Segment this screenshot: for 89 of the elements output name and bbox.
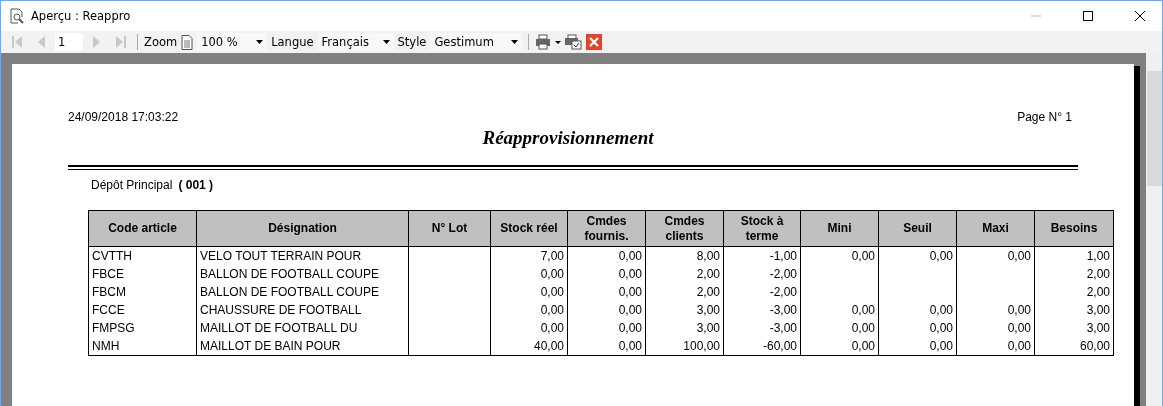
table-cell: FBCE xyxy=(92,266,124,281)
table-cell: CVTTH xyxy=(92,248,132,263)
table-cell: 0,00 xyxy=(540,266,564,281)
report-title: Réapprovisionnement xyxy=(481,127,655,149)
table-cell: 3,00 xyxy=(1086,302,1110,317)
report-date: 24/09/2018 17:03:22 xyxy=(68,110,179,124)
zoom-dropdown[interactable]: 100 % xyxy=(197,33,268,51)
table-cell: FCCE xyxy=(92,302,125,317)
dropdown-caret-icon xyxy=(382,40,390,44)
column-header: Seuil xyxy=(878,210,957,247)
column-header: Maxi xyxy=(956,210,1035,247)
table-cell: 3,00 xyxy=(1086,320,1110,335)
table-cell: 100,00 xyxy=(683,338,720,353)
dropdown-caret-icon xyxy=(256,40,264,44)
table-cell: 0,00 xyxy=(1007,320,1031,335)
table-cell: -2,00 xyxy=(769,266,797,281)
table-cell: FMPSG xyxy=(92,320,135,335)
table-cell: 2,00 xyxy=(1086,284,1110,299)
table-cell: NMH xyxy=(92,338,120,353)
column-header: Mini xyxy=(800,210,879,247)
table-cell: 2,00 xyxy=(1086,266,1110,281)
table-cell: 0,00 xyxy=(929,248,953,263)
window-title: Aperçu : Reappro xyxy=(31,9,131,23)
table-cell: 0,00 xyxy=(851,320,875,335)
table-cell: -60,00 xyxy=(762,338,797,353)
table-cell: 0,00 xyxy=(540,302,564,317)
table-cell: 0,00 xyxy=(618,266,642,281)
table-cell: 0,00 xyxy=(1007,338,1031,353)
table-cell: BALLON DE FOOTBALL COUPE xyxy=(200,266,379,281)
preview-icon xyxy=(9,8,25,24)
table-cell: 3,00 xyxy=(696,320,720,335)
language-dropdown[interactable]: Français xyxy=(317,33,394,51)
table-cell: 0,00 xyxy=(1007,248,1031,263)
column-header: Désignation xyxy=(196,210,409,247)
table-cell: 0,00 xyxy=(851,338,875,353)
close-icon[interactable] xyxy=(1134,10,1146,22)
table-cell: 2,00 xyxy=(696,266,720,281)
table-cell: FBCM xyxy=(92,284,126,299)
depot-name: Dépôt Principal xyxy=(91,178,173,192)
table-cell: 7,00 xyxy=(540,248,564,263)
table-cell: 0,00 xyxy=(618,248,642,263)
table-cell: 0,00 xyxy=(929,320,953,335)
table-cell: 0,00 xyxy=(618,284,642,299)
table-cell: 0,00 xyxy=(851,248,875,263)
zoom-label: Zoom xyxy=(144,35,178,49)
table-cell: 0,00 xyxy=(618,338,642,353)
page-number: Page N° 1 xyxy=(1017,110,1072,124)
table-cell: CHAUSSURE DE FOOTBALL xyxy=(200,302,362,317)
column-header: Cmdes fournis. xyxy=(567,210,646,247)
table-cell: 0,00 xyxy=(618,302,642,317)
depot-code: ( 001 ) xyxy=(178,178,214,192)
table-cell: 60,00 xyxy=(1079,338,1110,353)
column-header: Code article xyxy=(88,210,197,247)
printer-icon[interactable] xyxy=(535,34,562,50)
page-icon[interactable] xyxy=(181,34,194,50)
style-label: Style xyxy=(397,35,427,49)
dropdown-caret-icon xyxy=(511,40,519,44)
column-header: Cmdes clients xyxy=(645,210,724,247)
column-header: Besoins xyxy=(1034,210,1114,247)
table-cell: 0,00 xyxy=(929,302,953,317)
table-cell: -3,00 xyxy=(769,320,797,335)
print-setup-icon[interactable] xyxy=(565,34,583,50)
table-cell: 8,00 xyxy=(696,248,720,263)
table-cell: 1,00 xyxy=(1086,248,1110,263)
table-cell: 0,00 xyxy=(851,302,875,317)
table-cell: -3,00 xyxy=(769,302,797,317)
table-cell: 3,00 xyxy=(696,302,720,317)
column-header: N° Lot xyxy=(408,210,491,247)
table-cell: 0,00 xyxy=(929,338,953,353)
table-cell: 0,00 xyxy=(540,284,564,299)
table-cell: VELO TOUT TERRAIN POUR xyxy=(200,248,362,263)
page-field[interactable]: 1 xyxy=(55,33,83,51)
maximize-icon[interactable] xyxy=(1082,10,1094,22)
language-label: Langue xyxy=(271,35,314,49)
column-header: Stock à terme xyxy=(723,210,801,247)
table-cell: 40,00 xyxy=(533,338,564,353)
table-cell: MAILLOT DE BAIN POUR xyxy=(200,338,341,353)
column-header: Stock réel xyxy=(490,210,568,247)
table-cell: MAILLOT DE FOOTBALL DU xyxy=(200,320,358,335)
table-cell: 0,00 xyxy=(618,320,642,335)
table-cell: -1,00 xyxy=(769,248,797,263)
style-dropdown[interactable]: Gestimum xyxy=(430,33,523,51)
table-cell: 0,00 xyxy=(1007,302,1031,317)
table-cell: 0,00 xyxy=(540,320,564,335)
close-report-icon[interactable] xyxy=(586,34,603,50)
table-cell: -2,00 xyxy=(769,284,797,299)
table-cell: BALLON DE FOOTBALL COUPE xyxy=(200,284,379,299)
table-cell: 2,00 xyxy=(696,284,720,299)
vertical-scrollbar[interactable] xyxy=(1146,53,1162,406)
